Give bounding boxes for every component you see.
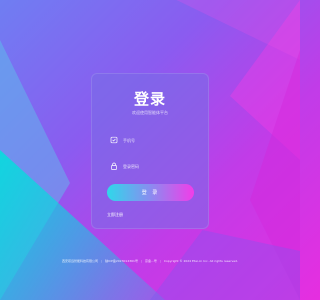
page-title: 登录	[133, 90, 166, 108]
footer-copyright: Copyright © 2024 Etai.cn Inc. All rights…	[163, 259, 238, 263]
login-subtitle: 欢迎使用智能体平台	[132, 110, 168, 115]
register-link[interactable]: 立即注册	[107, 212, 123, 218]
footer-company: 西安驭远智能科技有限公司	[62, 259, 99, 263]
password-input[interactable]	[123, 163, 187, 169]
lock-icon	[110, 162, 118, 170]
footer-separator: |	[159, 259, 161, 263]
footer-police-link[interactable]: 京备...号	[145, 259, 157, 263]
username-field	[110, 134, 192, 146]
footer-separator: |	[140, 259, 142, 263]
login-card: 登录 欢迎使用智能体平台 登 录 立即注册	[91, 73, 209, 229]
login-button[interactable]: 登 录	[107, 184, 194, 201]
phone-icon	[110, 136, 118, 144]
footer: 西安驭远智能科技有限公司 | 陕ICP备2023014361号 | 京备...号 | Cop…	[0, 259, 300, 263]
password-field	[110, 160, 192, 172]
footer-separator: |	[101, 259, 103, 263]
phone-input[interactable]	[123, 137, 187, 143]
footer-icp-link[interactable]: 陕ICP备2023014361号	[105, 259, 138, 263]
